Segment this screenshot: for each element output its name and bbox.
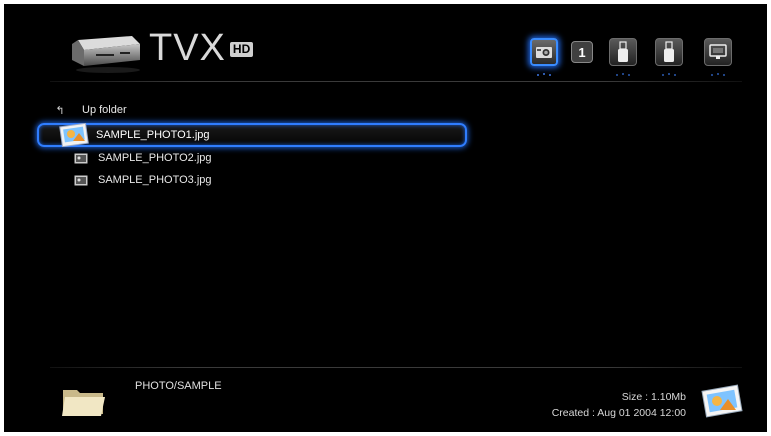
current-path: PHOTO/SAMPLE <box>135 380 222 392</box>
tvix-logo: TVX HD <box>149 27 254 69</box>
source-usb-1-button[interactable] <box>609 38 637 66</box>
file-item-selected[interactable]: SAMPLE_PHOTO1.jpg <box>96 126 210 144</box>
network-display-icon <box>709 44 727 59</box>
source-indicator-icon <box>711 73 725 76</box>
source-indicator-icon <box>662 73 676 76</box>
photo-file-icon <box>74 175 88 185</box>
photo-thumbnail-icon <box>701 384 743 418</box>
file-size: Size : 1.10Mb <box>621 391 686 403</box>
file-created-date: Created : Aug 01 2004 12:00 <box>551 407 686 419</box>
file-item[interactable]: SAMPLE_PHOTO3.jpg <box>50 171 212 189</box>
file-info: Size : 1.10Mb Created : Aug 01 2004 12:0… <box>552 389 686 421</box>
header-divider <box>50 81 742 82</box>
footer-divider <box>50 367 742 368</box>
folder-icon <box>62 390 105 416</box>
logo-text: TVX <box>149 27 226 69</box>
up-folder-item[interactable]: ↰ Up folder <box>50 101 127 119</box>
file-item[interactable]: SAMPLE_PHOTO2.jpg <box>50 149 212 167</box>
media-player-device-icon <box>72 36 140 73</box>
file-name: SAMPLE_PHOTO2.jpg <box>98 152 212 164</box>
usb-icon <box>664 41 674 62</box>
logo-hd-badge: HD <box>229 42 254 57</box>
source-indicator-icon <box>616 73 630 76</box>
up-arrow-icon: ↰ <box>55 104 65 117</box>
up-folder-label: Up folder <box>82 104 127 116</box>
media-player-screen: TVX HD 1 ↰ Up folder SAMPLE_PHOTO1.jpg S… <box>4 4 767 432</box>
source-number-label: 1 <box>578 44 586 60</box>
source-usb-2-button[interactable] <box>655 38 683 66</box>
file-name: SAMPLE_PHOTO1.jpg <box>96 129 210 141</box>
usb-icon <box>618 41 628 62</box>
photo-file-icon <box>59 123 89 147</box>
source-network-button[interactable] <box>704 38 732 66</box>
source-indicator-icon <box>537 73 551 76</box>
source-number-button[interactable]: 1 <box>571 41 593 63</box>
file-name: SAMPLE_PHOTO3.jpg <box>98 174 212 186</box>
camera-icon <box>536 47 552 58</box>
source-camera-button[interactable] <box>530 38 558 66</box>
photo-file-icon <box>74 153 88 163</box>
